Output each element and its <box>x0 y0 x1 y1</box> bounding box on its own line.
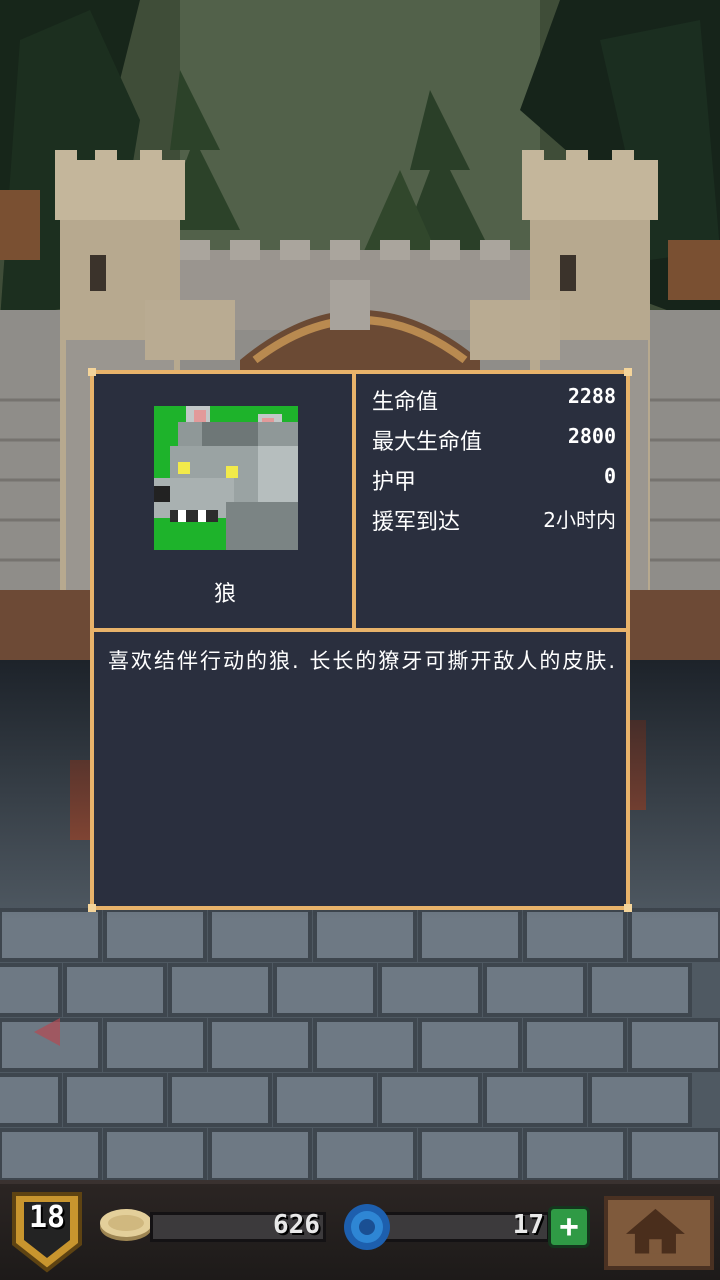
stat-label: 最大生命值 <box>372 430 483 455</box>
monster-info-dialog: 狼 生命值 2288 最大生命值 2800 护甲 0 援军到达 2小时内 喜欢结… <box>88 368 632 912</box>
plus-icon: + <box>559 1207 579 1245</box>
portrait-panel: 狼 <box>94 374 356 632</box>
stat-label: 援军到达 <box>372 510 461 535</box>
player-level: 18 <box>28 1200 66 1235</box>
home-icon <box>626 1208 685 1254</box>
stat-label: 生命值 <box>372 390 439 415</box>
wolf-icon <box>154 406 298 550</box>
stat-row-armor: 护甲 0 <box>372 464 616 498</box>
stat-value: 2小时内 <box>543 508 616 532</box>
monster-name: 狼 <box>213 582 236 607</box>
stat-row-hp: 生命值 2288 <box>372 384 616 418</box>
stat-label: 护甲 <box>372 470 417 495</box>
arrow-left-icon[interactable] <box>34 1018 60 1046</box>
stat-value: 0 <box>603 464 616 488</box>
gold-coin-icon <box>100 1209 152 1241</box>
stats-panel: 生命值 2288 最大生命值 2800 护甲 0 援军到达 2小时内 <box>356 374 626 632</box>
home-button[interactable] <box>604 1196 714 1270</box>
stat-row-reinforcement: 援军到达 2小时内 <box>372 504 616 538</box>
description-panel: 喜欢结伴行动的狼. 长长的獠牙可撕开敌人的皮肤. <box>94 632 626 906</box>
stat-row-max-hp: 最大生命值 2800 <box>372 424 616 458</box>
stat-value: 2800 <box>567 424 616 448</box>
gem-amount: 17 <box>512 1210 544 1240</box>
stat-value: 2288 <box>567 384 616 408</box>
gold-amount: 626 <box>273 1210 320 1240</box>
monster-description: 喜欢结伴行动的狼. 长长的獠牙可撕开敌人的皮肤. <box>108 649 618 673</box>
wolf-portrait <box>154 406 298 550</box>
add-gems-button[interactable]: + <box>548 1206 590 1248</box>
